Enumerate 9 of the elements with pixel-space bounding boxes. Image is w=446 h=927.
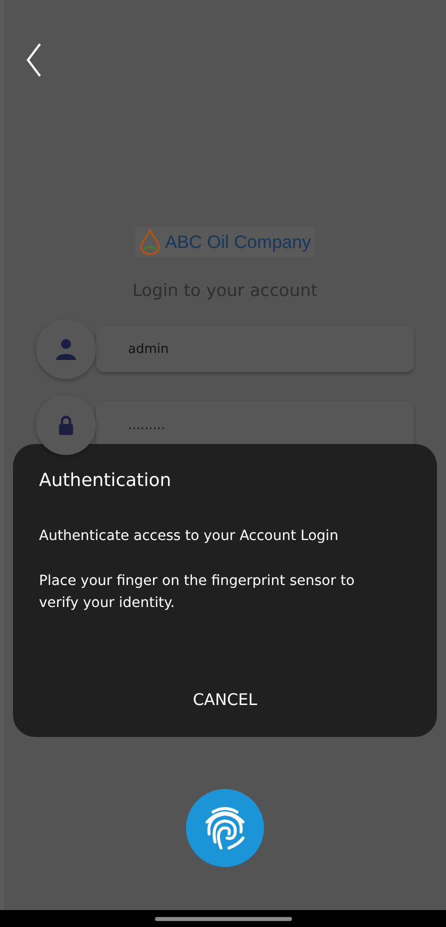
- username-field[interactable]: admin: [96, 326, 414, 372]
- dialog-title: Authentication: [39, 470, 172, 491]
- dialog-description: Place your finger on the fingerprint sensor to verify your identity.: [39, 572, 356, 613]
- back-button[interactable]: [24, 43, 44, 77]
- home-indicator[interactable]: [154, 916, 292, 920]
- dialog-subtitle: Authenticate access to your Account Login: [39, 528, 340, 544]
- company-name: ABC Oil Company: [164, 232, 312, 252]
- flame-logo-icon: [138, 229, 161, 255]
- cancel-button[interactable]: CANCEL: [184, 686, 266, 713]
